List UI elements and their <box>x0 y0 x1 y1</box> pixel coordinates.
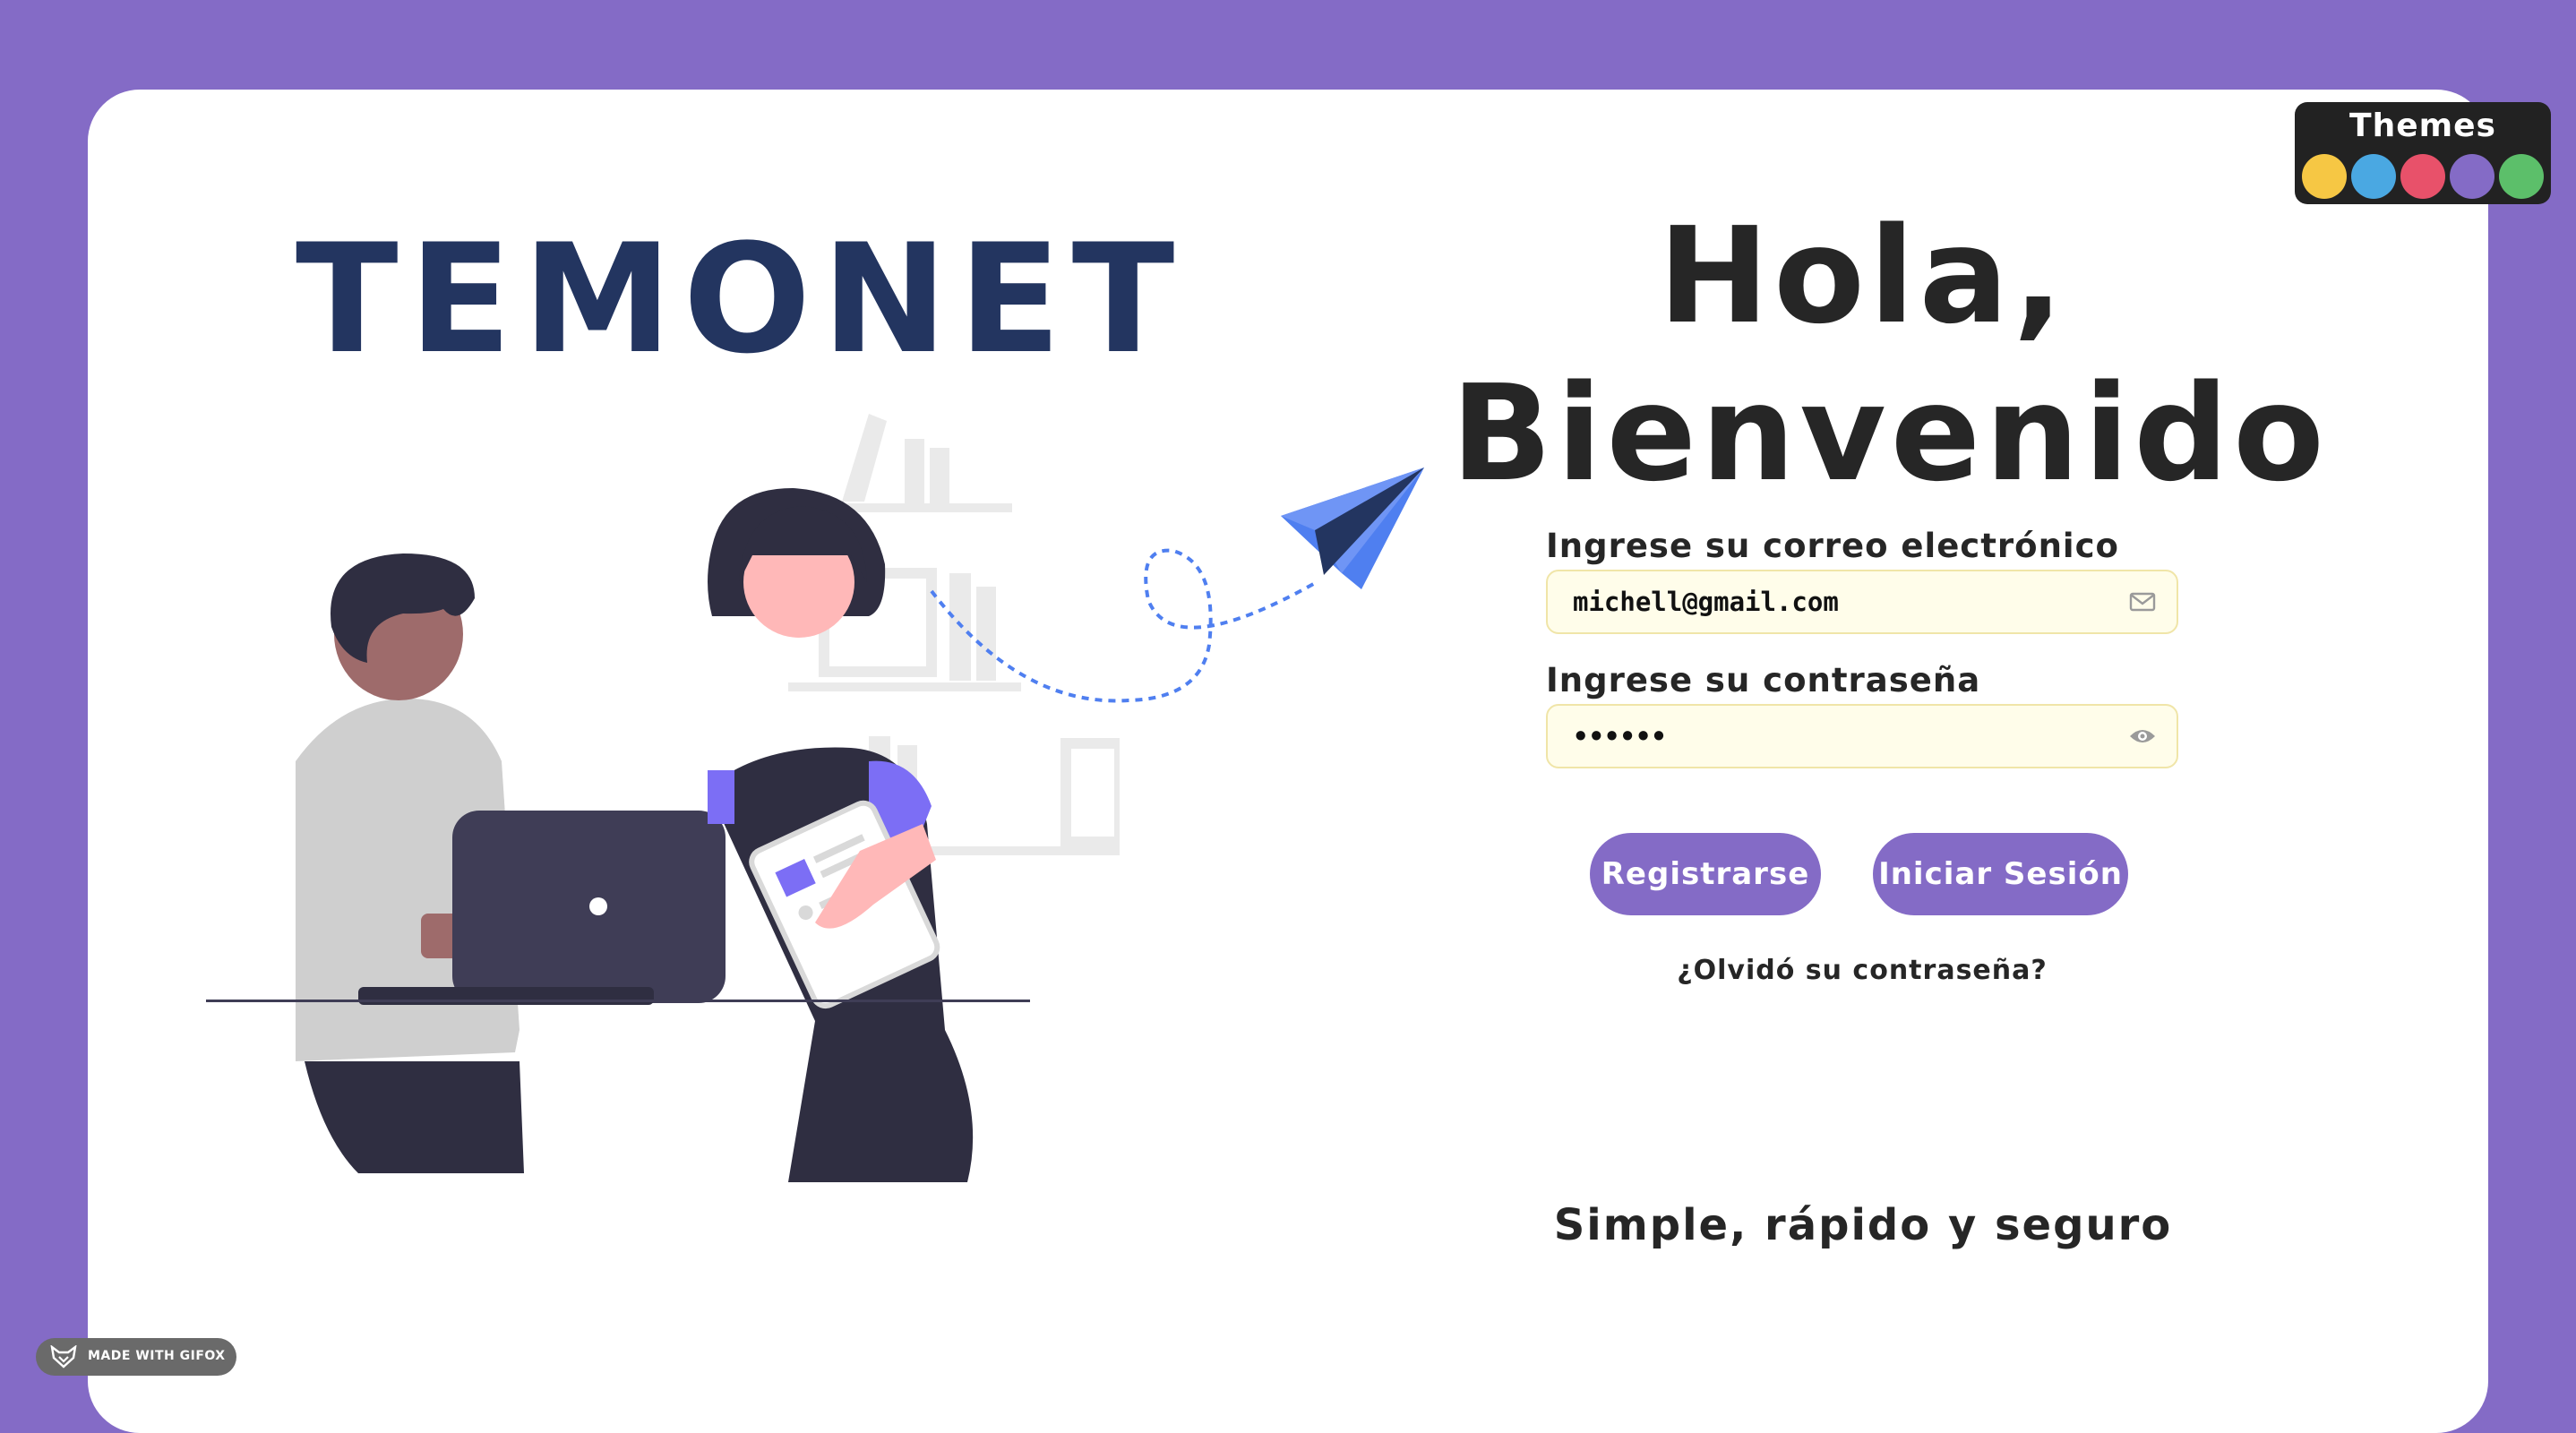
fox-icon <box>50 1345 77 1369</box>
paper-plane-icon <box>930 468 1424 703</box>
theme-swatch-yellow[interactable] <box>2302 154 2347 199</box>
forgot-password-link[interactable]: ¿Olvidó su contraseña? <box>1546 955 2178 986</box>
password-label: Ingrese su contraseña <box>1546 661 1981 699</box>
tagline: Simple, rápido y seguro <box>1553 1200 2173 1250</box>
password-input[interactable] <box>1573 706 2074 767</box>
theme-swatch-green[interactable] <box>2499 154 2544 199</box>
envelope-icon <box>2129 592 2156 612</box>
themes-panel: Themes <box>2295 102 2551 204</box>
brand-logo-text: TEMONET <box>296 211 1186 387</box>
theme-swatch-red[interactable] <box>2400 154 2445 199</box>
email-field[interactable] <box>1546 570 2178 634</box>
register-button[interactable]: Registrarse <box>1590 833 1821 915</box>
theme-swatch-purple[interactable] <box>2450 154 2494 199</box>
eye-icon[interactable] <box>2128 724 2157 749</box>
password-field[interactable] <box>1546 704 2178 768</box>
welcome-heading: Hola, Bienvenido <box>1451 197 2329 512</box>
login-button[interactable]: Iniciar Sesión <box>1873 833 2128 915</box>
welcome-line-2: Bienvenido <box>1451 356 2329 511</box>
email-label: Ingrese su correo electrónico <box>1546 527 2119 565</box>
themes-title: Themes <box>2349 107 2496 144</box>
gifox-watermark: MADE WITH GIFOX <box>36 1338 236 1376</box>
welcome-line-1: Hola, <box>1658 199 2068 353</box>
theme-swatch-blue[interactable] <box>2351 154 2396 199</box>
email-input[interactable] <box>1573 571 2074 632</box>
watermark-text: MADE WITH GIFOX <box>88 1349 226 1363</box>
